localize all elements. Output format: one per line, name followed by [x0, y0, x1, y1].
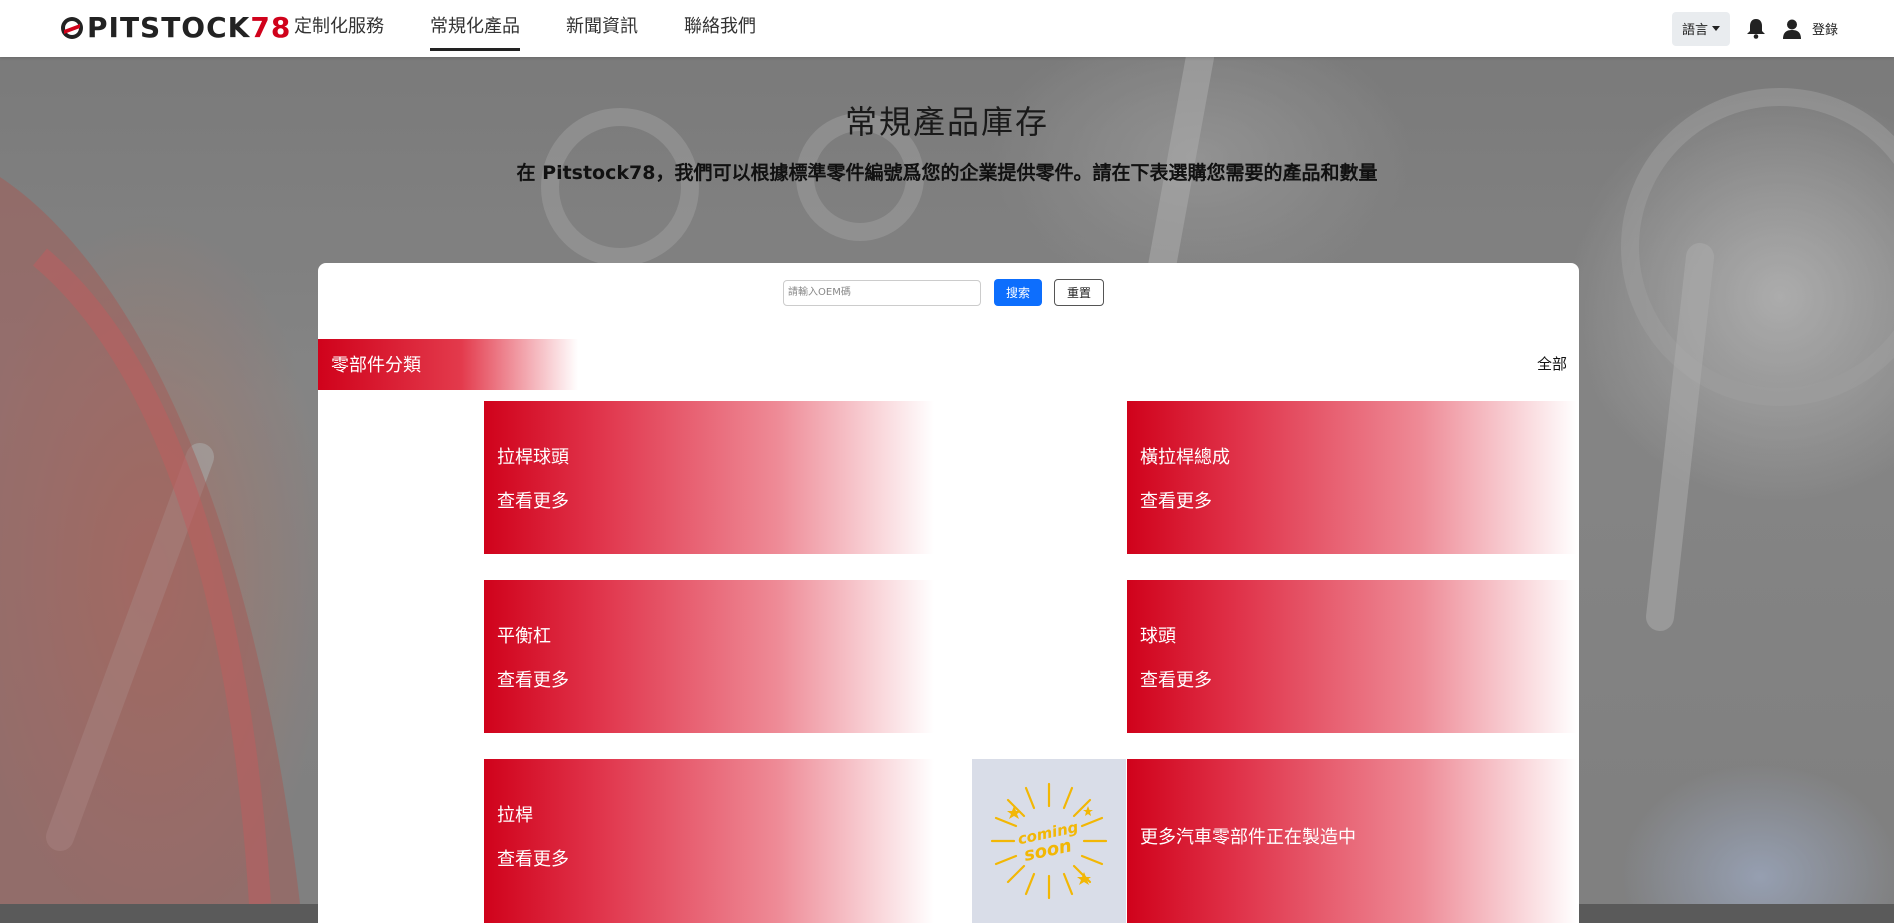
- language-label: 語言: [1681, 22, 1708, 37]
- category-card[interactable]: 平衡杠 查看更多: [484, 580, 934, 733]
- coming-soon-card: 更多汽車零部件正在製造中: [1127, 759, 1577, 923]
- category-card[interactable]: 橫拉桿總成 查看更多: [1127, 401, 1577, 554]
- header-tools: 語言 登錄: [1671, 11, 1838, 46]
- category-header: 零部件分類: [318, 339, 578, 390]
- coming-soon-text: 更多汽車零部件正在製造中: [1140, 827, 1356, 848]
- category-all-link[interactable]: 全部: [1537, 353, 1567, 374]
- category-name: 球頭: [1140, 626, 1176, 647]
- nav-custom-service[interactable]: 定制化服務: [294, 0, 384, 57]
- language-dropdown[interactable]: 語言: [1671, 11, 1730, 46]
- nav-news[interactable]: 新聞資訊: [566, 0, 638, 57]
- nav-contact[interactable]: 聯絡我們: [684, 0, 756, 57]
- logo-mark-icon: [61, 17, 83, 39]
- search-button[interactable]: 搜索: [994, 279, 1043, 306]
- category-title: 零部件分類: [331, 355, 421, 376]
- site-logo[interactable]: PITSTOCK78: [60, 12, 291, 44]
- user-icon[interactable]: [1782, 19, 1802, 39]
- login-link[interactable]: 登錄: [1812, 19, 1838, 38]
- category-name: 拉桿: [497, 805, 533, 826]
- view-more-link[interactable]: 查看更多: [497, 666, 569, 692]
- page-title: 常規產品庫存: [844, 103, 1049, 141]
- coming-soon-burst-icon: coming soon: [990, 782, 1108, 900]
- oem-search-input[interactable]: [783, 279, 981, 306]
- caret-down-icon: [1711, 26, 1720, 31]
- main-nav: 定制化服務 常規化產品 新聞資訊 聯絡我們: [294, 0, 802, 57]
- coming-soon-image: coming soon: [972, 759, 1126, 923]
- view-more-link[interactable]: 查看更多: [497, 845, 569, 871]
- category-name: 拉桿球頭: [497, 447, 569, 468]
- category-card[interactable]: 球頭 查看更多: [1127, 580, 1577, 733]
- logo-text: PITSTOCK78: [87, 11, 292, 44]
- page-subtitle: 在 Pitstock78，我們可以根據標準零件編號爲您的企業提供零件。請在下表選…: [516, 162, 1378, 184]
- top-navbar: PITSTOCK78 定制化服務 常規化產品 新聞資訊 聯絡我們 語言 登錄: [0, 0, 1894, 57]
- products-panel: 搜索 重置 零部件分類 全部 拉桿球頭 查看更多 橫拉桿總成 查看更多 平衡杠 …: [318, 263, 1579, 923]
- search-bar: 搜索 重置: [783, 279, 1105, 306]
- category-name: 橫拉桿總成: [1140, 447, 1230, 468]
- view-more-link[interactable]: 查看更多: [497, 487, 569, 513]
- bell-icon[interactable]: [1746, 18, 1766, 39]
- category-card[interactable]: 拉桿 查看更多: [484, 759, 934, 923]
- category-name: 平衡杠: [497, 626, 551, 647]
- nav-regular-products[interactable]: 常規化產品: [430, 0, 520, 57]
- view-more-link[interactable]: 查看更多: [1140, 487, 1212, 513]
- view-more-link[interactable]: 查看更多: [1140, 666, 1212, 692]
- category-card[interactable]: 拉桿球頭 查看更多: [484, 401, 934, 554]
- reset-button[interactable]: 重置: [1054, 279, 1105, 306]
